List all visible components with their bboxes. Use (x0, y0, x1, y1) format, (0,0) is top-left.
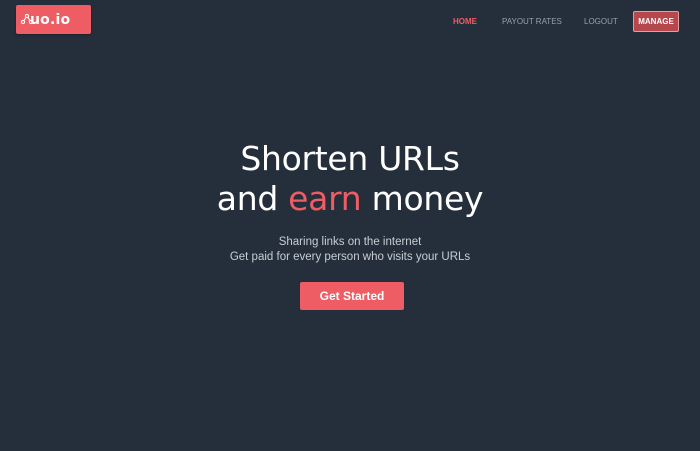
hero-subtitle-line1: Sharing links on the internet (278, 236, 422, 248)
logo-button[interactable]: uo.io (16, 5, 91, 34)
logo-text: uo.io (30, 11, 71, 28)
nav-item-home[interactable]: HOME (453, 17, 477, 26)
hero-title-pre: and (216, 179, 289, 218)
hero-title-accent: earn (288, 179, 362, 218)
hero-title-line1: Shorten URLs (240, 139, 460, 178)
hero-section: Shorten URLs and earn money Sharing link… (0, 139, 700, 265)
nav-item-logout[interactable]: LOGOUT (584, 17, 618, 26)
hero-title: Shorten URLs and earn money (0, 139, 700, 219)
hero-subtitle-line2: Get paid for every person who visits you… (229, 251, 471, 263)
hero-subtitle: Sharing links on the internet Get paid f… (0, 235, 700, 265)
get-started-button[interactable]: Get Started (300, 282, 404, 310)
manage-button[interactable]: MANAGE (633, 11, 679, 32)
hero-title-post: money (361, 179, 484, 218)
nav-item-payout-rates[interactable]: PAYOUT RATES (502, 17, 562, 26)
